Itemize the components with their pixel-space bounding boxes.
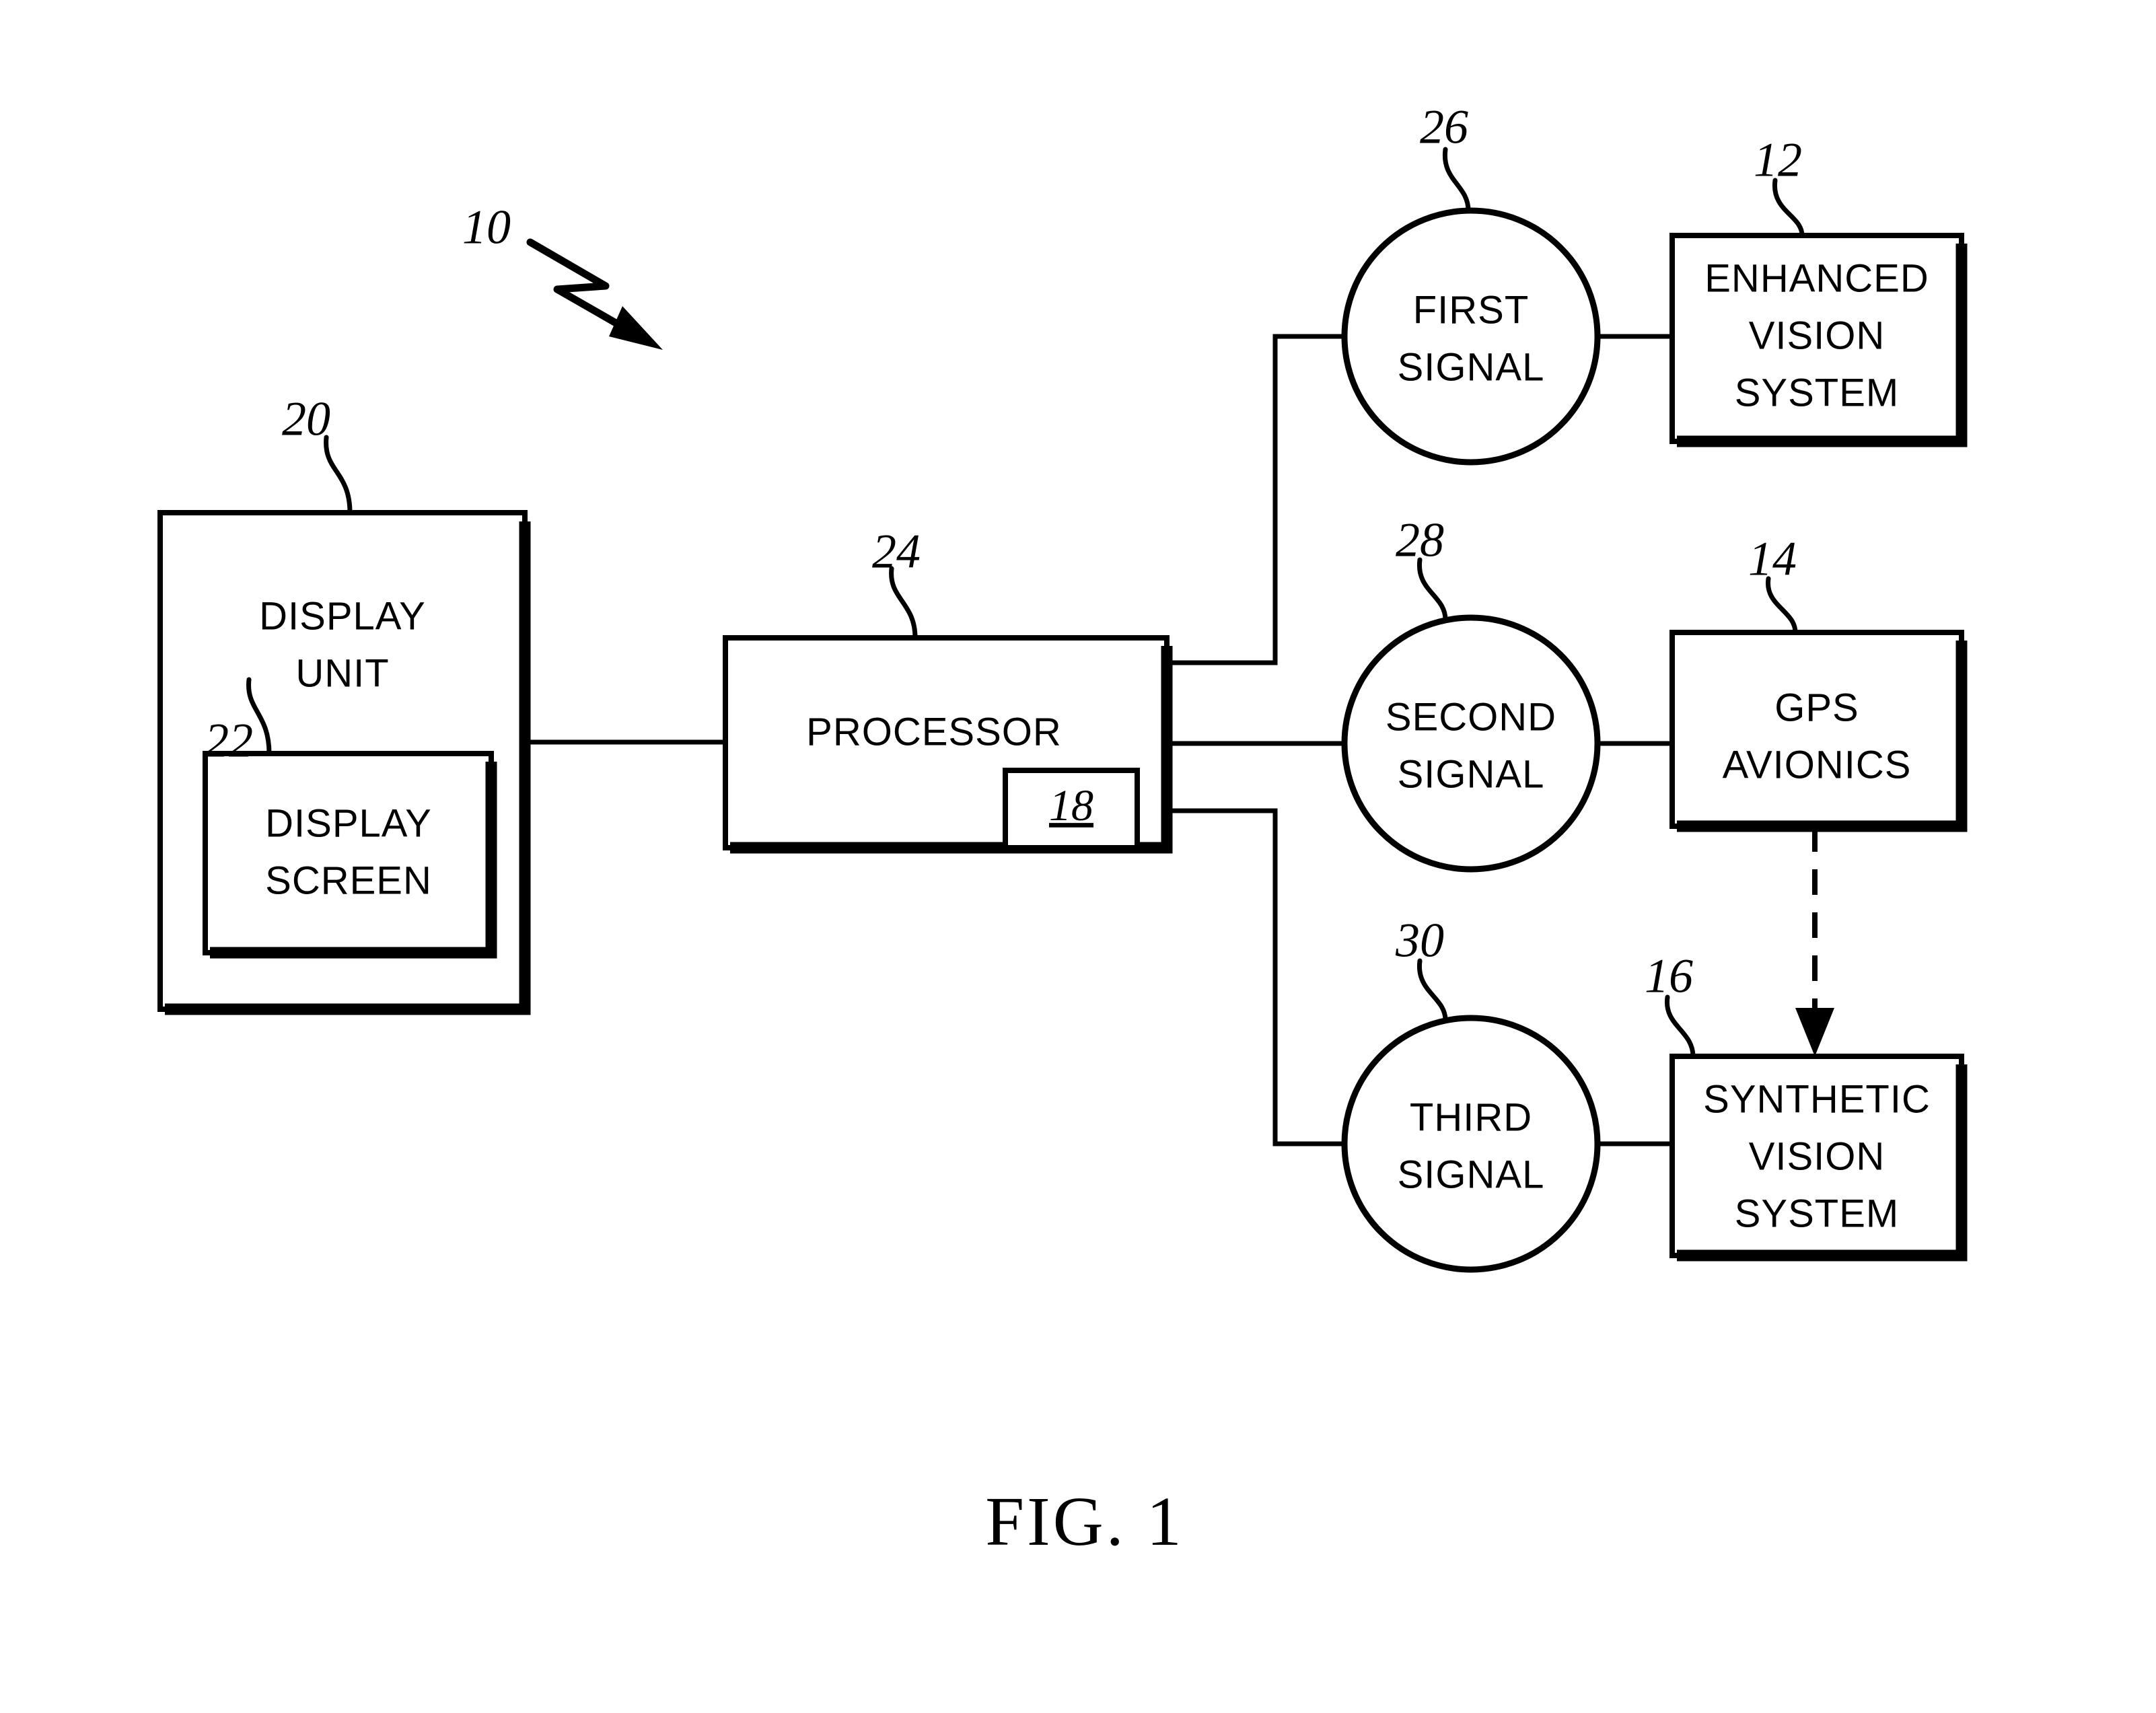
first-signal-label-line1: FIRST xyxy=(1413,288,1530,332)
block-display-screen xyxy=(203,751,497,959)
processor-inner-ref-18: 18 xyxy=(1049,781,1093,830)
svs-label-line2: VISION xyxy=(1749,1134,1885,1178)
display-unit-label-line1: DISPLAY xyxy=(259,594,426,638)
second-signal-label-line2: SIGNAL xyxy=(1398,752,1545,796)
connector-processor-to-third-signal xyxy=(1164,808,1348,1146)
evs-label-line1: ENHANCED xyxy=(1704,256,1929,300)
ref-numeral-30: 30 xyxy=(1395,914,1444,968)
dashed-arrow-gps-to-svs xyxy=(1795,826,1834,1056)
evs-label-line3: SYSTEM xyxy=(1735,371,1900,414)
svs-label-line1: SYNTHETIC xyxy=(1703,1077,1931,1121)
patent-figure-page: DISPLAY UNIT DISPLAY SCREEN PROCESSOR 18… xyxy=(0,0,2156,1713)
gps-label-line2: AVIONICS xyxy=(1723,743,1912,787)
system-pointer-arrow xyxy=(526,238,663,350)
ref-numeral-16: 16 xyxy=(1645,949,1693,1003)
figure-canvas: DISPLAY UNIT DISPLAY SCREEN PROCESSOR 18… xyxy=(157,100,1968,1560)
first-signal-label-line2: SIGNAL xyxy=(1398,345,1545,389)
second-signal-label-line1: SECOND xyxy=(1386,695,1556,739)
display-unit-label-line2: UNIT xyxy=(295,651,389,695)
display-screen-label-line1: DISPLAY xyxy=(265,801,432,845)
ref-numeral-26: 26 xyxy=(1420,100,1468,154)
svs-label-line3: SYSTEM xyxy=(1735,1192,1900,1235)
circle-first-signal xyxy=(1341,207,1601,466)
circle-second-signal xyxy=(1341,614,1601,873)
circle-third-signal xyxy=(1341,1015,1601,1273)
ref-numeral-22: 22 xyxy=(205,714,253,768)
gps-label-line1: GPS xyxy=(1774,686,1859,729)
figure-caption: FIG. 1 xyxy=(985,1483,1184,1560)
ref-numeral-24: 24 xyxy=(872,525,921,579)
ref-numeral-10: 10 xyxy=(462,201,511,254)
ref-numeral-12: 12 xyxy=(1754,133,1802,187)
ref-numeral-28: 28 xyxy=(1396,513,1444,567)
third-signal-label-line1: THIRD xyxy=(1410,1095,1532,1139)
connector-processor-to-first-signal xyxy=(1164,334,1348,665)
evs-label-line2: VISION xyxy=(1749,314,1885,357)
ref-numeral-20: 20 xyxy=(282,392,330,446)
display-screen-label-line2: SCREEN xyxy=(265,859,432,902)
third-signal-label-line2: SIGNAL xyxy=(1398,1153,1545,1196)
ref-numeral-14: 14 xyxy=(1748,532,1797,586)
processor-label: PROCESSOR xyxy=(806,710,1062,754)
